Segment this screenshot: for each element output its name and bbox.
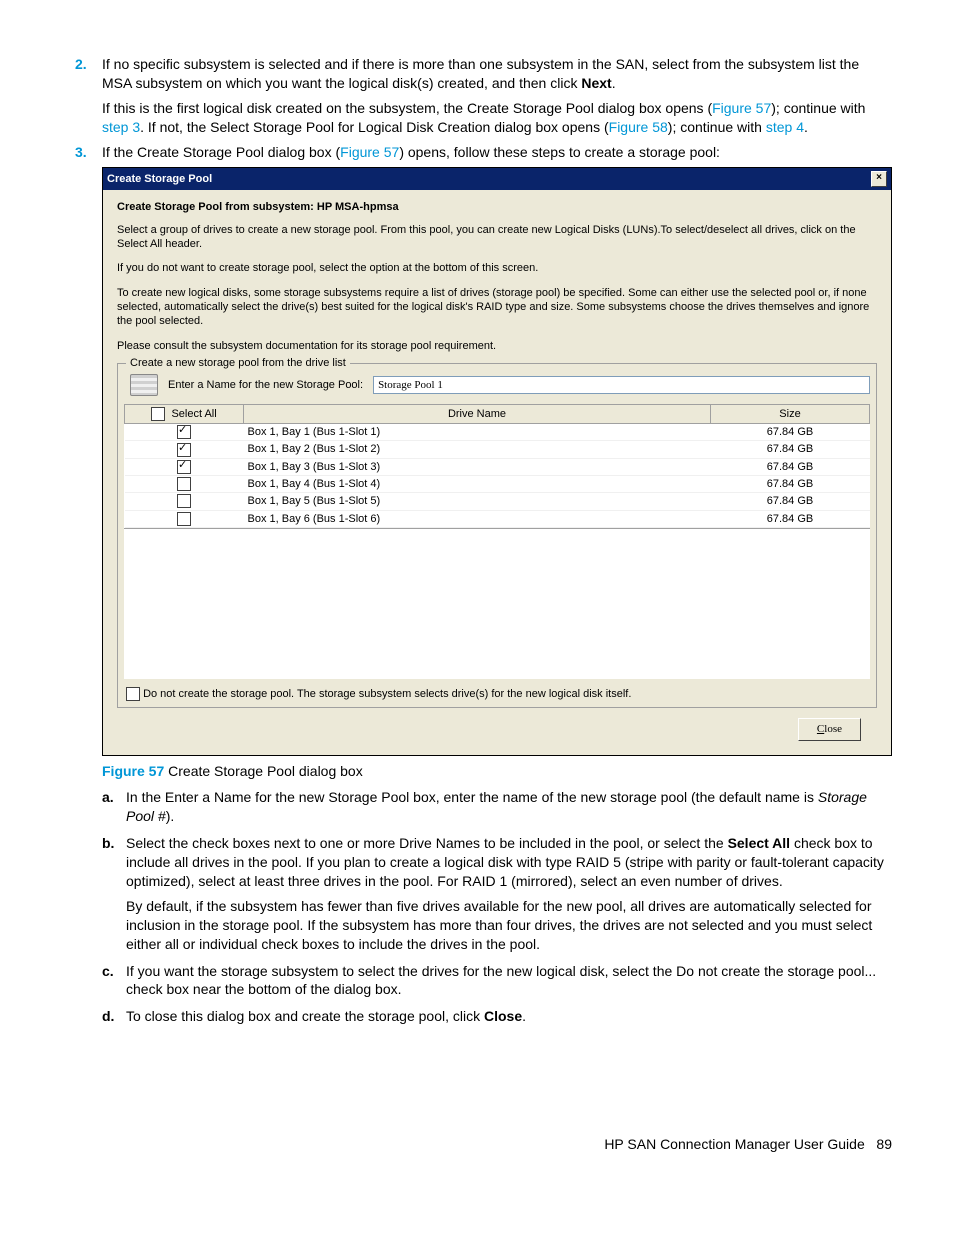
header-size[interactable]: Size	[711, 404, 870, 423]
step-2-post: .	[612, 75, 616, 91]
close-button[interactable]: Close	[798, 718, 861, 740]
dialog-para4: Please consult the subsystem documentati…	[117, 339, 877, 353]
dialog-body: Create Storage Pool from subsystem: HP M…	[103, 190, 891, 754]
step-2: 2. If no specific subsystem is selected …	[62, 55, 892, 137]
drive-row: Box 1, Bay 5 (Bus 1-Slot 5)67.84 GB	[125, 493, 870, 510]
footer-title: HP SAN Connection Manager User Guide	[604, 1136, 864, 1152]
step-d: d. To close this dialog box and create t…	[102, 1007, 892, 1026]
s2p2d: ); continue with	[668, 119, 766, 135]
s2p2a: If this is the first logical disk create…	[102, 100, 712, 116]
let-c: c.	[102, 962, 114, 981]
header-select-all[interactable]: Select All	[125, 404, 244, 423]
do-not-create-label: Do not create the storage pool. The stor…	[143, 688, 631, 700]
drive-row: Box 1, Bay 6 (Bus 1-Slot 6)67.84 GB	[125, 510, 870, 527]
let-d: d.	[102, 1007, 114, 1026]
s3b: ) opens, follow these steps to create a …	[399, 144, 720, 160]
create-storage-pool-dialog: Create Storage Pool × Create Storage Poo…	[102, 167, 892, 755]
step-3: 3. If the Create Storage Pool dialog box…	[62, 143, 892, 1027]
page-footer: HP SAN Connection Manager User Guide 89	[62, 1136, 892, 1152]
close-rest: lose	[824, 723, 842, 735]
figure-text: Create Storage Pool dialog box	[164, 763, 362, 779]
pool-name-row: Enter a Name for the new Storage Pool:	[130, 374, 870, 396]
select-all-checkbox[interactable]	[151, 407, 165, 421]
drive-row: Box 1, Bay 2 (Bus 1-Slot 2)67.84 GB	[125, 441, 870, 458]
step-3-text: If the Create Storage Pool dialog box (F…	[102, 144, 720, 160]
drive-table: Select All Drive Name Size Box 1, Bay 1 …	[124, 404, 870, 528]
dialog-heading: Create Storage Pool from subsystem: HP M…	[117, 200, 877, 214]
link-step3[interactable]: step 3	[102, 119, 140, 135]
page-number: 89	[876, 1136, 892, 1152]
select-all-label: Select All	[171, 408, 216, 420]
s3a: If the Create Storage Pool dialog box (	[102, 144, 340, 160]
do-not-create-row: Do not create the storage pool. The stor…	[126, 687, 868, 701]
link-fig57a[interactable]: Figure 57	[712, 100, 771, 116]
step-2-num: 2.	[75, 55, 87, 74]
drive-checkbox[interactable]	[177, 477, 191, 491]
figure-caption: Figure 57 Create Storage Pool dialog box	[102, 762, 892, 781]
drive-size: 67.84 GB	[711, 458, 870, 475]
drive-size: 67.84 GB	[711, 441, 870, 458]
drive-name: Box 1, Bay 1 (Bus 1-Slot 1)	[244, 424, 711, 441]
step-2-para2: If this is the first logical disk create…	[102, 99, 892, 137]
c-t1: If you want the storage subsystem to sel…	[126, 963, 876, 998]
close-icon[interactable]: ×	[871, 171, 887, 187]
dialog-para3: To create new logical disks, some storag…	[117, 286, 877, 329]
group-legend: Create a new storage pool from the drive…	[126, 356, 350, 370]
drive-checkbox[interactable]	[177, 494, 191, 508]
drive-name: Box 1, Bay 2 (Bus 1-Slot 2)	[244, 441, 711, 458]
drive-list-group: Create a new storage pool from the drive…	[117, 363, 877, 708]
link-fig58[interactable]: Figure 58	[609, 119, 668, 135]
dialog-para1: Select a group of drives to create a new…	[117, 223, 877, 252]
dialog-title: Create Storage Pool	[107, 172, 212, 187]
dialog-title-bar: Create Storage Pool ×	[103, 168, 891, 190]
drive-row: Box 1, Bay 3 (Bus 1-Slot 3)67.84 GB	[125, 458, 870, 475]
header-drive-name[interactable]: Drive Name	[244, 404, 711, 423]
drive-size: 67.84 GB	[711, 493, 870, 510]
b-p2: By default, if the subsystem has fewer t…	[126, 897, 892, 954]
let-b: b.	[102, 834, 114, 853]
dialog-para2: If you do not want to create storage poo…	[117, 261, 877, 275]
link-fig57b[interactable]: Figure 57	[340, 144, 399, 160]
drive-name: Box 1, Bay 6 (Bus 1-Slot 6)	[244, 510, 711, 527]
d-bold: Close	[484, 1008, 522, 1024]
storage-pool-name-input[interactable]	[373, 376, 870, 394]
drive-name: Box 1, Bay 3 (Bus 1-Slot 3)	[244, 458, 711, 475]
d-t2: .	[522, 1008, 526, 1024]
drive-name: Box 1, Bay 5 (Bus 1-Slot 5)	[244, 493, 711, 510]
s2p2c: . If not, the Select Storage Pool for Lo…	[140, 119, 609, 135]
drive-size: 67.84 GB	[711, 424, 870, 441]
drive-size: 67.84 GB	[711, 510, 870, 527]
dialog-button-row: Close	[117, 708, 877, 744]
drive-checkbox[interactable]	[177, 512, 191, 526]
drives-icon	[130, 374, 158, 396]
b-bold: Select All	[728, 835, 791, 851]
next-bold: Next	[581, 75, 611, 91]
drive-checkbox[interactable]	[177, 425, 191, 439]
drive-list-empty-area	[124, 528, 870, 679]
a-t2: ).	[166, 808, 175, 824]
pool-name-label: Enter a Name for the new Storage Pool:	[168, 378, 363, 392]
a-t1: In the Enter a Name for the new Storage …	[126, 789, 818, 805]
d-t1: To close this dialog box and create the …	[126, 1008, 484, 1024]
drive-size: 67.84 GB	[711, 476, 870, 493]
step-2-text: If no specific subsystem is selected and…	[102, 56, 859, 91]
step-3-num: 3.	[75, 143, 87, 162]
step-c: c. If you want the storage subsystem to …	[102, 962, 892, 1000]
let-a: a.	[102, 788, 114, 807]
drive-name: Box 1, Bay 4 (Bus 1-Slot 4)	[244, 476, 711, 493]
step-2-pre: If no specific subsystem is selected and…	[102, 56, 859, 91]
step-a: a. In the Enter a Name for the new Stora…	[102, 788, 892, 826]
s2p2b: ); continue with	[771, 100, 865, 116]
do-not-create-checkbox[interactable]	[126, 687, 140, 701]
b-t1: Select the check boxes next to one or mo…	[126, 835, 728, 851]
drive-row: Box 1, Bay 1 (Bus 1-Slot 1)67.84 GB	[125, 424, 870, 441]
figure-label: Figure 57	[102, 763, 164, 779]
step-b: b. Select the check boxes next to one or…	[102, 834, 892, 953]
drive-checkbox[interactable]	[177, 443, 191, 457]
link-step4[interactable]: step 4	[766, 119, 804, 135]
drive-checkbox[interactable]	[177, 460, 191, 474]
s2p2e: .	[804, 119, 808, 135]
drive-row: Box 1, Bay 4 (Bus 1-Slot 4)67.84 GB	[125, 476, 870, 493]
